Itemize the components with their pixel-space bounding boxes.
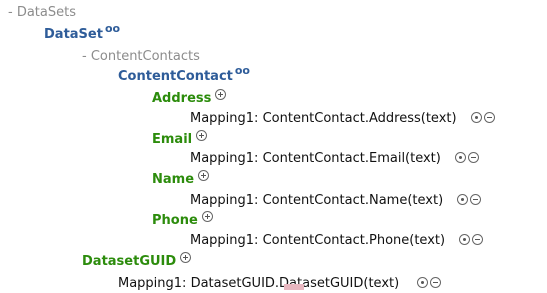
mapping-row: Mapping1: DatasetGUID.DatasetGUID(text) (118, 275, 442, 293)
datasets-label: - DataSets (8, 5, 76, 20)
repeat-icon: oo (234, 64, 250, 77)
mapping-text: Mapping1: ContentContact.Name(text) (190, 193, 444, 208)
field-label: DatasetGUID (82, 254, 177, 269)
repeat-icon: oo (104, 22, 121, 35)
mapping-row: Mapping1: ContentContact.Phone(text) (190, 232, 484, 250)
add-mapping-icon[interactable] (201, 211, 213, 222)
mapping-row: Mapping1: ContentContact.Email(text) (190, 150, 479, 168)
mapping-text: Mapping1: ContentContact.Email(text) (190, 151, 441, 166)
field-name[interactable]: Name (152, 170, 210, 189)
mapping-text: Mapping1: ContentContact.Phone(text) (190, 233, 446, 248)
content-contact-label: ContentContact (118, 69, 233, 84)
dataset-node[interactable]: DataSet oo (44, 22, 120, 44)
content-contacts-node[interactable]: - ContentContacts (82, 48, 200, 66)
add-mapping-icon[interactable] (196, 130, 208, 141)
edit-mapping-icon[interactable] (459, 234, 471, 245)
edit-mapping-icon[interactable] (470, 112, 482, 123)
field-label: Email (152, 132, 193, 147)
field-label: Name (152, 172, 195, 187)
content-contacts-label: - ContentContacts (82, 49, 200, 64)
edit-mapping-icon[interactable] (417, 277, 429, 288)
remove-mapping-icon[interactable] (430, 277, 442, 288)
mapping-text: Mapping1: DatasetGUID.DatasetGUID(text) (118, 276, 400, 291)
field-label: Phone (152, 213, 198, 228)
mapping-text: Mapping1: ContentContact.Address(text) (190, 111, 457, 126)
field-dataset-guid[interactable]: DatasetGUID (82, 252, 192, 271)
partial-element (284, 284, 304, 290)
mapping-row: Mapping1: ContentContact.Name(text) (190, 192, 482, 210)
remove-mapping-icon[interactable] (470, 194, 482, 205)
remove-mapping-icon[interactable] (483, 112, 495, 123)
field-label: Address (152, 91, 212, 106)
edit-mapping-icon[interactable] (457, 194, 469, 205)
field-email[interactable]: Email (152, 130, 208, 149)
remove-mapping-icon[interactable] (472, 234, 484, 245)
datasets-node[interactable]: - DataSets (8, 4, 76, 22)
add-mapping-icon[interactable] (215, 89, 227, 100)
field-address[interactable]: Address (152, 89, 227, 108)
remove-mapping-icon[interactable] (468, 152, 479, 163)
dataset-label: DataSet (44, 27, 103, 42)
add-mapping-icon[interactable] (180, 252, 192, 263)
content-contact-node[interactable]: ContentContact oo (118, 64, 250, 86)
add-mapping-icon[interactable] (198, 170, 210, 181)
edit-mapping-icon[interactable] (455, 152, 466, 163)
mapping-row: Mapping1: ContentContact.Address(text) (190, 110, 495, 128)
field-phone[interactable]: Phone (152, 211, 213, 230)
